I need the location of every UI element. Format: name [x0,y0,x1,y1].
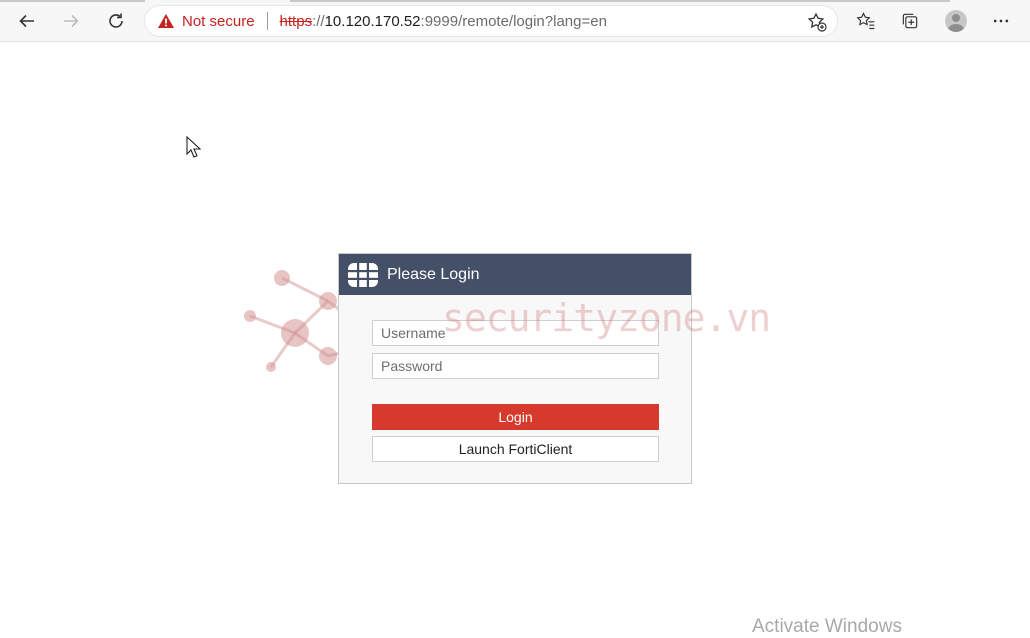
url-host: 10.120.170.52 [324,12,421,30]
settings-menu-button[interactable] [989,9,1013,33]
arrow-left-icon [19,14,34,28]
login-button[interactable]: Login [372,404,659,430]
login-header: Please Login [339,254,691,295]
profile-button[interactable] [944,9,968,33]
url-separator: :// [312,12,325,30]
login-title: Please Login [387,265,480,283]
address-divider [266,12,268,30]
tab-strip-edge [290,0,950,2]
login-panel: Please Login Login Launch FortiClient [338,253,692,484]
warning-icon [158,14,174,28]
launch-forticlient-button[interactable]: Launch FortiClient [372,436,659,462]
reload-icon [109,13,123,28]
favorites-button[interactable] [854,9,878,33]
more-options-icon [993,19,1009,23]
url-path: :9999/remote/login?lang=en [420,12,607,30]
fortinet-logo-icon [348,262,378,287]
reload-button[interactable] [103,8,129,34]
back-button[interactable] [14,8,40,34]
mouse-cursor-icon [186,136,202,158]
forward-button[interactable] [58,8,84,34]
password-field[interactable] [372,353,659,379]
tab-strip-edge [0,0,145,2]
url-scheme: https [279,12,313,30]
username-field[interactable] [372,320,659,346]
favorites-list-icon [856,12,875,30]
security-status[interactable]: Not secure [182,13,255,30]
arrow-right-icon [64,14,79,28]
browser-toolbar: Not secure https://10.120.170.52:9999/re… [0,0,1030,42]
collections-button[interactable] [898,9,922,33]
activate-windows-overlay: Activate Windows [752,616,902,637]
avatar [945,10,967,32]
add-favorite-icon[interactable] [807,12,827,32]
address-bar[interactable]: Not secure https://10.120.170.52:9999/re… [144,5,838,37]
collections-icon [902,13,918,29]
